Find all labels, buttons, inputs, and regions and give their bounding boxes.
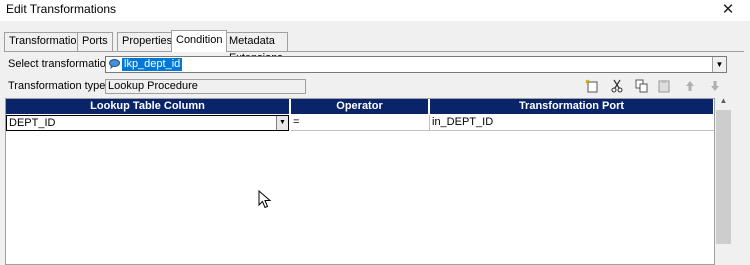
tab-condition[interactable]: Condition: [171, 30, 228, 52]
tab-properties[interactable]: Properties: [117, 32, 178, 51]
column-header-transformation-port[interactable]: Transformation Port: [430, 99, 714, 114]
select-transformation-label: Select transformation:: [8, 58, 115, 70]
tab-ports[interactable]: Ports: [77, 32, 113, 51]
column-header-lookup-table-column[interactable]: Lookup Table Column: [6, 99, 290, 114]
tab-metadata-extensions[interactable]: Metadata Extensions: [224, 32, 288, 64]
lookup-column-select[interactable]: DEPT_ID ▼: [6, 115, 289, 131]
scrollbar-thumb[interactable]: [716, 110, 731, 244]
operator-cell[interactable]: =: [291, 115, 430, 131]
transformation-type-field: Lookup Procedure: [105, 79, 306, 94]
title-bar: Edit Transformations ✕: [0, 0, 750, 21]
selected-transformation-value: lkp_dept_id: [122, 58, 183, 71]
cut-icon[interactable]: [609, 79, 625, 95]
lookup-transformation-icon: [109, 59, 120, 69]
column-header-operator[interactable]: Operator: [291, 99, 429, 114]
paste-icon[interactable]: [656, 79, 672, 95]
copy-icon[interactable]: [634, 79, 650, 95]
tab-transformation[interactable]: Transformation: [4, 32, 88, 51]
chevron-down-icon[interactable]: ▼: [276, 116, 288, 130]
condition-grid: Lookup Table Column Operator Transformat…: [5, 98, 715, 265]
select-transformation-dropdown[interactable]: lkp_dept_id ▼: [105, 56, 727, 73]
scroll-up-icon[interactable]: ▲: [715, 93, 732, 109]
tab-panel-border: [4, 51, 744, 52]
window-title: Edit Transformations: [6, 2, 117, 16]
dialog-body: Transformation Ports Properties Conditio…: [0, 21, 750, 265]
mouse-cursor-icon: [258, 190, 272, 209]
lookup-column-value: DEPT_ID: [9, 117, 56, 129]
close-icon[interactable]: ✕: [713, 0, 743, 20]
new-icon[interactable]: [584, 79, 600, 95]
chevron-down-icon[interactable]: ▼: [712, 57, 726, 72]
transformation-port-cell[interactable]: in_DEPT_ID: [430, 115, 714, 131]
transformation-type-label: Transformation type:: [8, 80, 109, 92]
vertical-scrollbar[interactable]: ▲: [715, 93, 732, 244]
move-up-icon[interactable]: [682, 79, 698, 95]
